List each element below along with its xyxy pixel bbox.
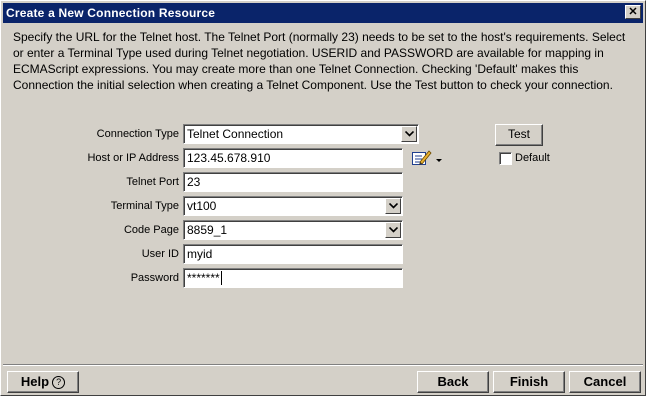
- user-id-input[interactable]: myid: [183, 244, 403, 264]
- title-bar[interactable]: Create a New Connection Resource ✕: [3, 3, 643, 23]
- password-label: Password: [130, 272, 179, 284]
- connection-type-select[interactable]: Telnet Connection: [183, 124, 419, 144]
- connection-type-value: Telnet Connection: [187, 127, 284, 141]
- user-id-label: User ID: [141, 248, 179, 260]
- default-checkbox[interactable]: [499, 152, 512, 165]
- password-value: *******: [187, 271, 220, 285]
- dialog-window: Create a New Connection Resource ✕ Speci…: [0, 0, 646, 396]
- telnet-port-label: Telnet Port: [126, 176, 179, 188]
- telnet-port-input[interactable]: 23: [183, 172, 403, 192]
- edit-pencil-icon: [412, 150, 442, 165]
- terminal-type-value: vt100: [187, 199, 217, 213]
- instructions-text: Specify the URL for the Telnet host. The…: [13, 30, 626, 92]
- host-label: Host or IP Address: [87, 152, 179, 164]
- cancel-button[interactable]: Cancel: [569, 371, 641, 393]
- code-page-value: 8859_1: [187, 223, 228, 237]
- terminal-type-select[interactable]: vt100: [183, 196, 403, 216]
- host-input[interactable]: 123.45.678.910: [183, 148, 403, 168]
- edit-expression-button[interactable]: [411, 149, 443, 167]
- dialog-title: Create a New Connection Resource: [6, 6, 216, 20]
- chevron-down-icon[interactable]: [385, 198, 401, 214]
- code-page-label: Code Page: [123, 224, 179, 236]
- help-button-label: Help: [20, 374, 50, 389]
- code-page-select[interactable]: 8859_1: [183, 220, 403, 240]
- default-checkbox-label: Default: [515, 152, 550, 164]
- close-icon: ✕: [628, 6, 638, 18]
- help-button[interactable]: Help?: [7, 371, 79, 393]
- finish-button[interactable]: Finish: [493, 371, 565, 393]
- test-button[interactable]: Test: [495, 124, 543, 146]
- terminal-type-label: Terminal Type: [110, 200, 179, 212]
- footer-separator: [3, 364, 643, 366]
- chevron-down-icon[interactable]: [385, 222, 401, 238]
- back-button[interactable]: Back: [417, 371, 489, 393]
- chevron-down-icon[interactable]: [401, 126, 417, 142]
- help-icon: ?: [52, 376, 66, 389]
- text-caret: [221, 271, 222, 285]
- password-input[interactable]: *******: [183, 268, 403, 288]
- connection-type-label: Connection Type: [96, 128, 179, 140]
- close-button[interactable]: ✕: [625, 5, 641, 19]
